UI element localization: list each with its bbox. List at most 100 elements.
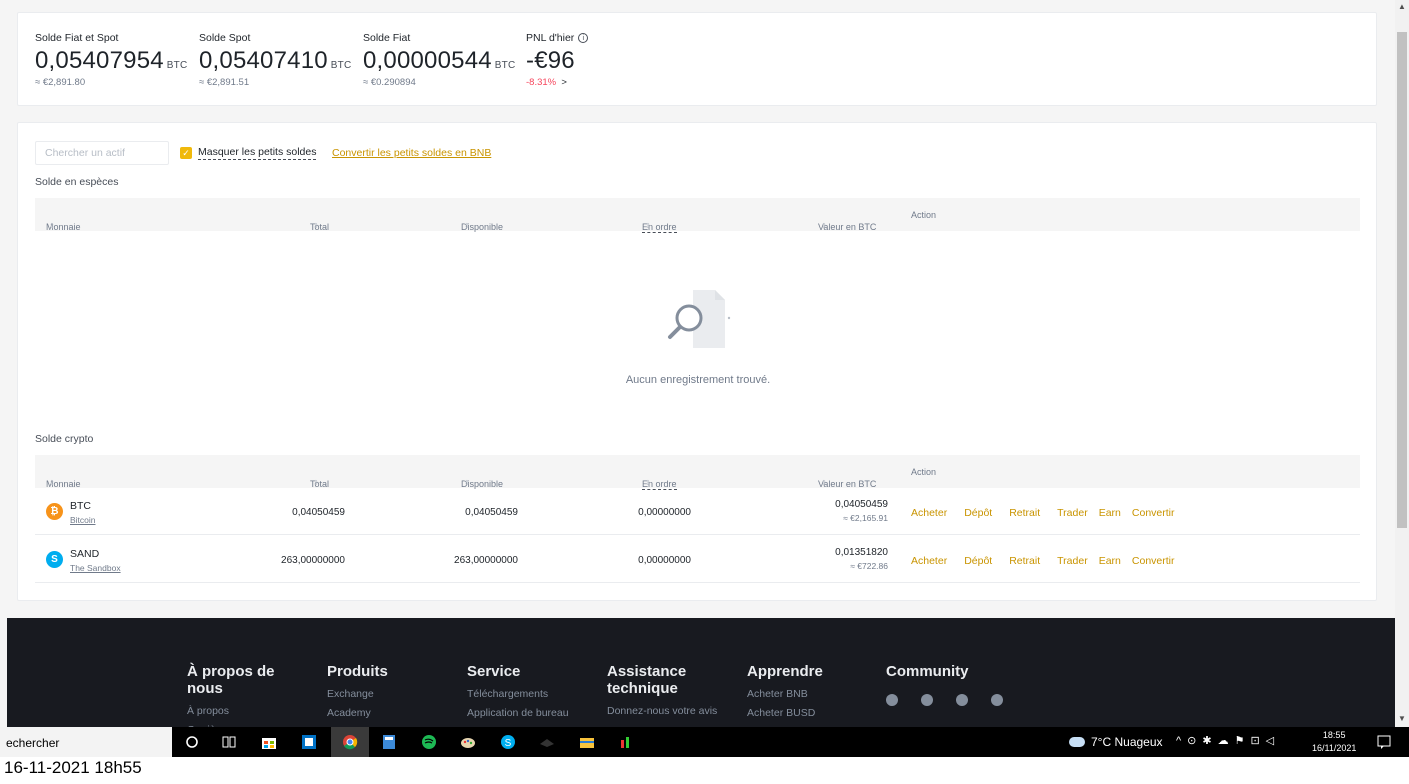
- action-convertir-button[interactable]: Convertir: [1132, 555, 1175, 567]
- info-icon[interactable]: i: [578, 33, 589, 43]
- chevron-right-icon[interactable]: >: [561, 77, 567, 88]
- taskbar-search[interactable]: echercher: [0, 727, 172, 757]
- system-tray[interactable]: ^⊙✱☁⚑⊡◁: [1176, 734, 1280, 747]
- hide-small-balances-toggle[interactable]: ✓ Masquer les petits soldes: [180, 146, 317, 160]
- scroll-down-icon[interactable]: ▼: [1398, 714, 1406, 723]
- taskbar-clock[interactable]: 18:55 16/11/2021: [1312, 729, 1356, 755]
- amount-value: 0,05407410: [199, 47, 328, 74]
- balance-amount: 0,05407410 BTC: [199, 47, 351, 75]
- footer-link[interactable]: Exchange: [327, 689, 388, 700]
- footer-heading: À propos de nous: [187, 663, 275, 697]
- coin-name-link[interactable]: The Sandbox: [70, 563, 121, 573]
- pnl-percent-row[interactable]: -8.31% >: [526, 77, 588, 88]
- action-depot-button[interactable]: Dépôt: [964, 555, 992, 567]
- twitter-icon[interactable]: [956, 694, 968, 706]
- cortana-icon[interactable]: [183, 734, 201, 750]
- action-retrait-button[interactable]: Retrait: [1009, 507, 1040, 519]
- col-action: Action: [911, 467, 937, 477]
- balance-summary: Solde Fiat et Spot 0,05407954 BTC ≈ €2,89…: [17, 12, 1377, 106]
- footer-link[interactable]: Téléchargements: [467, 689, 569, 700]
- action-retrait-button[interactable]: Retrait: [1009, 555, 1040, 567]
- balance-approx: ≈ €2,891.80: [35, 77, 86, 88]
- skype-icon[interactable]: S: [499, 734, 517, 750]
- action-depot-button[interactable]: Dépôt: [964, 507, 992, 519]
- pnl-percent: -8.31%: [526, 77, 557, 88]
- task-view-icon[interactable]: [220, 734, 238, 750]
- cell-in-order: 0,00000000: [638, 507, 691, 518]
- magnifier-document-icon: [668, 290, 731, 348]
- stock-chart-icon[interactable]: [618, 734, 636, 750]
- sandbox-icon: S: [46, 551, 63, 568]
- footer-column: Assistance technique Donnez-nous votre av…: [607, 663, 717, 716]
- coin-symbol: BTC: [70, 500, 91, 512]
- paint-icon[interactable]: [459, 734, 477, 750]
- app-icon[interactable]: [538, 734, 556, 750]
- action-acheter-button[interactable]: Acheter: [911, 555, 947, 567]
- cell-in-order: 0,00000000: [638, 555, 691, 566]
- action-trader-button[interactable]: Trader: [1057, 507, 1088, 519]
- store-icon[interactable]: [260, 734, 278, 750]
- outlook-icon[interactable]: [300, 734, 318, 750]
- action-acheter-button[interactable]: Acheter: [911, 507, 947, 519]
- row-actions: Acheter Dépôt Retrait Trader Earn Convertir: [911, 555, 1175, 567]
- coin-symbol: SAND: [70, 548, 100, 560]
- balance-approx: ≈ €2,891.51: [199, 77, 250, 88]
- pnl-amount: -€96: [526, 47, 575, 74]
- footer-link[interactable]: Donnez-nous votre avis: [607, 706, 717, 717]
- windows-taskbar: echercher S 7°C Nuageux ^⊙✱☁⚑⊡◁ 18:55 16…: [0, 727, 1409, 757]
- tray-icons[interactable]: ⊙✱☁⚑⊡◁: [1187, 735, 1280, 747]
- footer-heading: Produits: [327, 663, 388, 680]
- action-trader-button[interactable]: Trader: [1057, 555, 1088, 567]
- chrome-taskbar-active[interactable]: [331, 727, 369, 757]
- cloud-icon: [1069, 737, 1085, 747]
- calculator-icon[interactable]: [380, 734, 398, 750]
- checkbox-checked-icon[interactable]: ✓: [180, 147, 192, 159]
- balance-approx: ≈ €0.290894: [363, 77, 416, 88]
- action-earn-button[interactable]: Earn: [1099, 507, 1121, 519]
- crypto-table-header: Monnaie ⇕ Total ⇕ Disponible ⇕ En ordre ⇕ Va…: [35, 455, 1360, 490]
- file-explorer-icon[interactable]: [578, 734, 596, 750]
- hide-small-label: Masquer les petits soldes: [198, 146, 317, 160]
- coin-name-link[interactable]: Bitcoin: [70, 515, 96, 525]
- cash-table-header: Monnaie ⇕ Total ⇕ Disponible ⇕ En ordre ⇕ Va…: [35, 198, 1360, 233]
- footer-heading: Assistance technique: [607, 663, 687, 697]
- table-row: ₿ BTC Bitcoin 0,04050459 0,04050459 0,0000000…: [35, 488, 1360, 535]
- action-earn-button[interactable]: Earn: [1099, 555, 1121, 567]
- reddit-icon[interactable]: [991, 694, 1003, 706]
- col-action: Action: [911, 210, 937, 220]
- spotify-icon[interactable]: [420, 734, 438, 750]
- scroll-up-icon[interactable]: ▲: [1398, 2, 1406, 11]
- cell-available: 263,00000000: [454, 555, 518, 566]
- amount-value: 0,05407954: [35, 47, 164, 74]
- chevron-up-icon[interactable]: ^: [1176, 735, 1187, 747]
- crypto-balance-title: Solde crypto: [35, 433, 94, 445]
- convert-to-bnb-link[interactable]: Convertir les petits soldes en BNB: [332, 147, 491, 159]
- footer-link[interactable]: Application de bureau: [467, 708, 569, 719]
- balance-label: Solde Spot: [199, 32, 251, 44]
- wallet-card: ✓ Masquer les petits soldes Convertir le…: [17, 122, 1377, 601]
- cell-btc-value: 0,04050459 ≈ €2,165.91: [835, 499, 888, 523]
- facebook-icon[interactable]: [921, 694, 933, 706]
- notification-icon[interactable]: [1375, 734, 1393, 750]
- footer-link[interactable]: Academy: [327, 708, 388, 719]
- scroll-thumb[interactable]: [1397, 32, 1407, 528]
- weather-widget[interactable]: 7°C Nuageux: [1069, 735, 1163, 749]
- site-footer: À propos de nousÀ proposCarrièresProduit…: [7, 618, 1395, 727]
- search-asset-input[interactable]: [35, 141, 169, 165]
- page-scrollbar[interactable]: ▲ ▼: [1395, 0, 1409, 727]
- fiat-balance: Solde Fiat 0,00000544 BTC ≈ €0.290894: [363, 32, 515, 88]
- action-convertir-button[interactable]: Convertir: [1132, 507, 1175, 519]
- footer-link[interactable]: Acheter BNB: [747, 689, 823, 700]
- svg-text:S: S: [505, 738, 512, 749]
- amount-unit: BTC: [494, 60, 516, 71]
- no-records-illustration: [18, 288, 1378, 357]
- weather-text: 7°C Nuageux: [1091, 735, 1163, 749]
- chrome-icon[interactable]: [341, 734, 359, 750]
- pnl-label: PNL d'hier: [526, 32, 575, 44]
- cell-total: 263,00000000: [281, 555, 345, 566]
- amount-unit: BTC: [330, 60, 352, 71]
- amount-unit: BTC: [166, 60, 188, 71]
- telegram-icon[interactable]: [886, 694, 898, 706]
- footer-link[interactable]: À propos: [187, 706, 297, 717]
- footer-link[interactable]: Acheter BUSD: [747, 708, 823, 719]
